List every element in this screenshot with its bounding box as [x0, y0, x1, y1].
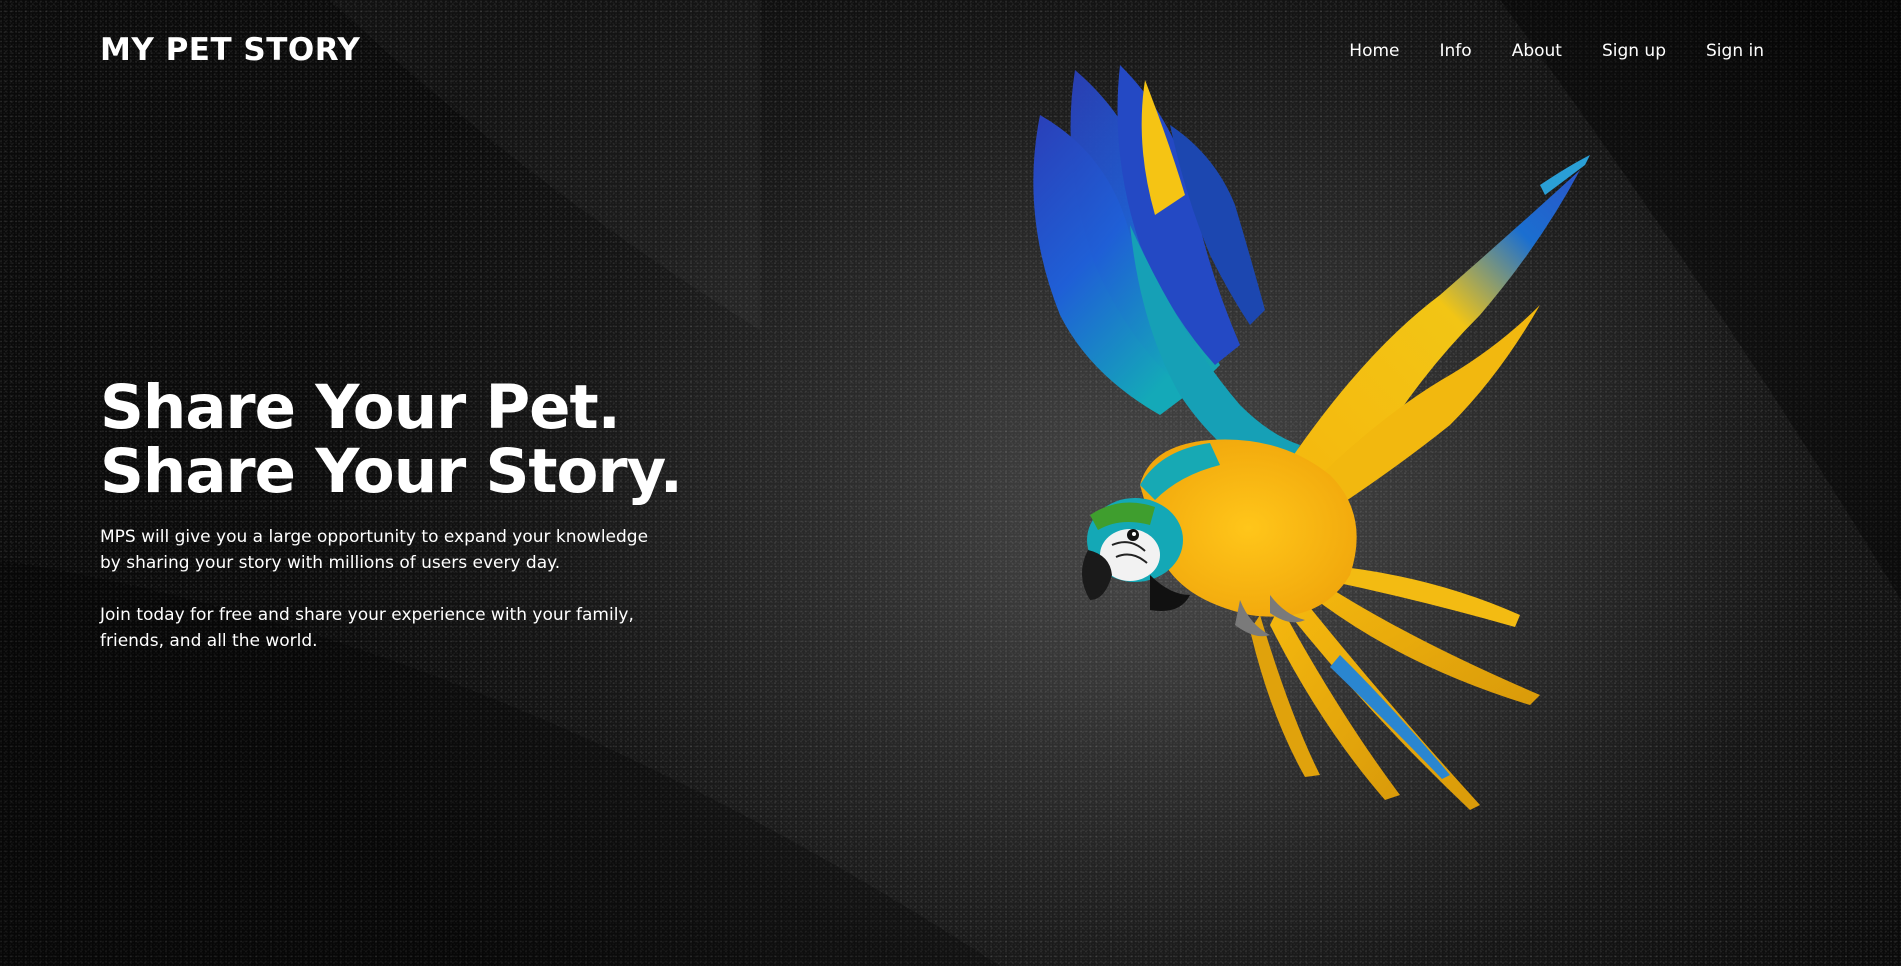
parrot-illustration [1033, 65, 1590, 810]
hero-paragraph-2: Join today for free and share your exper… [100, 605, 634, 651]
parrot-right-wing [1280, 155, 1590, 505]
hero-title: Share Your Pet. Share Your Story. [100, 376, 720, 504]
nav-sign-in[interactable]: Sign in [1706, 41, 1764, 61]
hero-paragraph-1: MPS will give you a large opportunity to… [100, 527, 649, 573]
hero-title-line-2: Share Your Story. [100, 436, 683, 507]
parrot-left-wing [1033, 65, 1300, 485]
landing-page: MY PET STORY Home Info About Sign up Sig… [0, 0, 1901, 966]
site-logo[interactable]: MY PET STORY [100, 32, 360, 68]
hero-section: Share Your Pet. Share Your Story. MPS wi… [100, 376, 720, 654]
hero-title-line-1: Share Your Pet. [100, 372, 621, 443]
